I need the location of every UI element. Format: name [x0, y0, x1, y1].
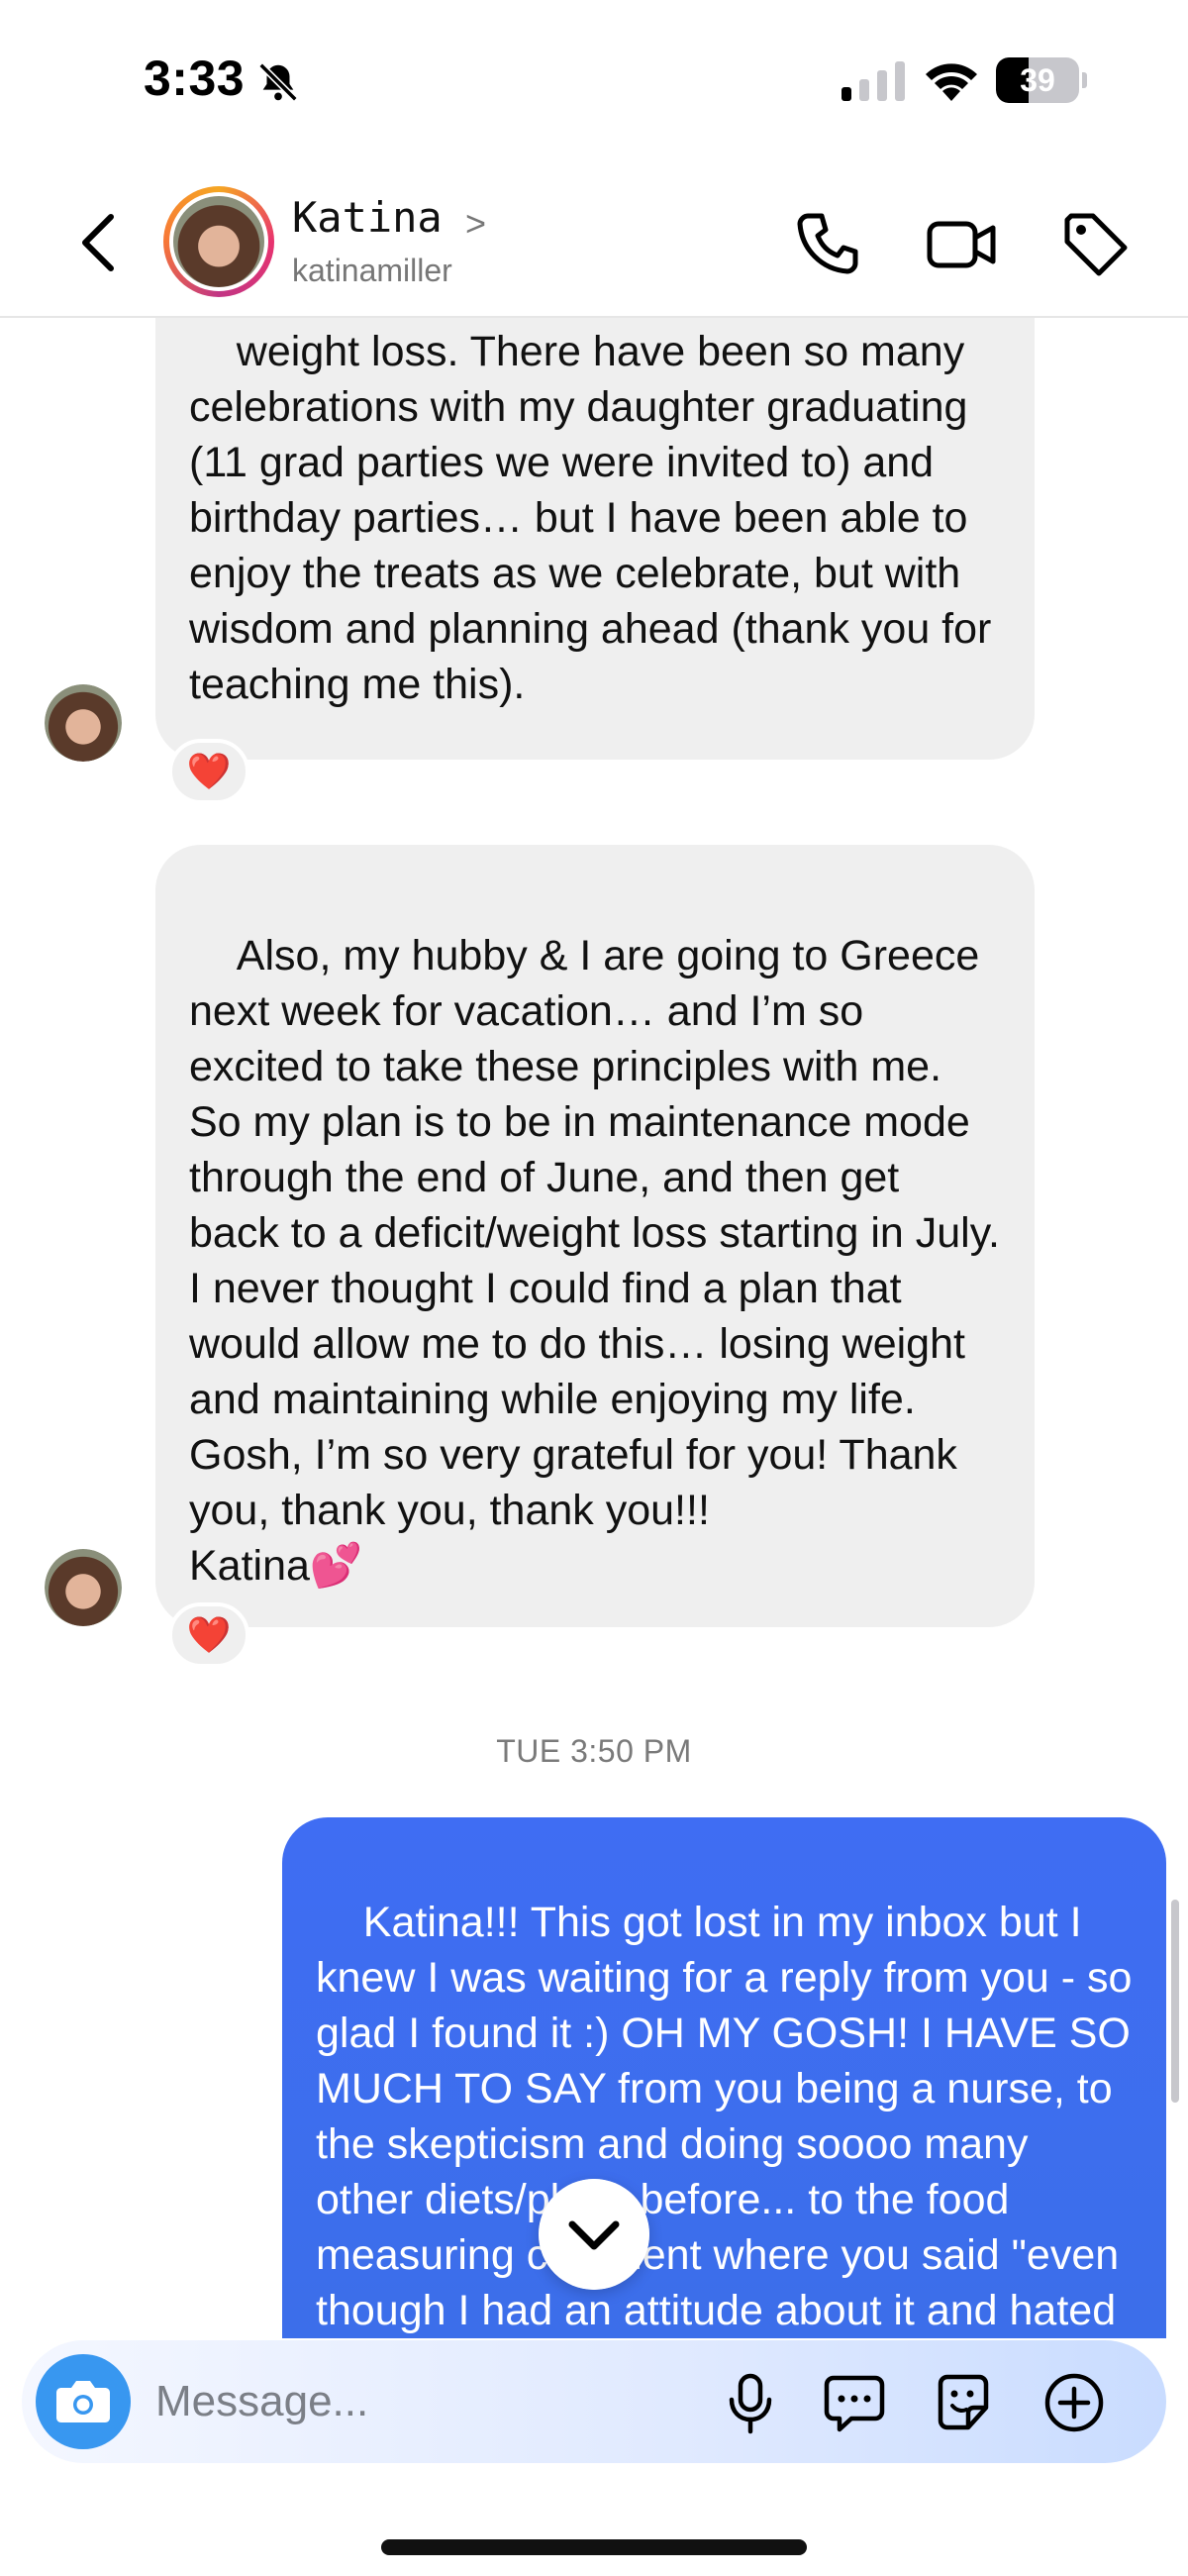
heart-reaction[interactable]: ❤️ — [168, 739, 249, 804]
tag-icon[interactable] — [1059, 208, 1131, 279]
home-indicator[interactable] — [381, 2539, 807, 2555]
message-text: Katina!!! This got lost in my inbox but … — [316, 1899, 1133, 2334]
chevron-left-icon[interactable] — [69, 203, 129, 282]
chat-bubble-icon[interactable] — [822, 2370, 887, 2435]
status-time: 3:33 — [144, 51, 246, 106]
wifi-icon — [926, 63, 977, 101]
sticker-icon[interactable] — [931, 2370, 996, 2435]
contact-username[interactable]: katinamiller — [292, 253, 452, 289]
video-camera-icon[interactable] — [926, 208, 997, 279]
message-input[interactable] — [155, 2370, 710, 2433]
camera-button[interactable] — [36, 2354, 131, 2449]
incoming-message[interactable]: Also, my hubby & I are going to Greece n… — [155, 845, 1035, 1627]
chevron-right-icon[interactable]: > — [465, 203, 486, 245]
battery-icon: 39 — [996, 57, 1087, 103]
message-thread[interactable]: weight loss. There have been so many cel… — [0, 318, 1188, 2338]
cellular-signal-icon — [842, 61, 905, 101]
outgoing-message[interactable]: Katina!!! This got lost in my inbox but … — [282, 1817, 1166, 2338]
chat-header: Katina > katinamiller — [0, 163, 1188, 318]
contact-avatar[interactable] — [163, 186, 274, 297]
message-timestamp: TUE 3:50 PM — [496, 1733, 692, 1769]
message-composer — [22, 2340, 1166, 2463]
incoming-message[interactable]: weight loss. There have been so many cel… — [155, 318, 1035, 760]
message-text: Also, my hubby & I are going to Greece n… — [189, 932, 1000, 1590]
status-bar: 3:33 39 — [0, 0, 1188, 163]
bell-off-icon — [258, 62, 298, 102]
scrollbar[interactable] — [1171, 1900, 1179, 2103]
microphone-icon[interactable] — [718, 2370, 783, 2435]
battery-level: 39 — [1020, 62, 1055, 98]
sender-avatar[interactable] — [45, 1549, 122, 1626]
contact-name[interactable]: Katina — [292, 193, 443, 242]
phone-icon[interactable] — [792, 208, 863, 279]
plus-circle-icon[interactable] — [1041, 2370, 1107, 2435]
message-text: weight loss. There have been so many cel… — [189, 328, 1004, 708]
sender-avatar[interactable] — [45, 684, 122, 762]
heart-reaction[interactable]: ❤️ — [168, 1602, 249, 1668]
camera-icon — [56, 2381, 110, 2422]
chevron-down-icon[interactable] — [539, 2179, 649, 2290]
